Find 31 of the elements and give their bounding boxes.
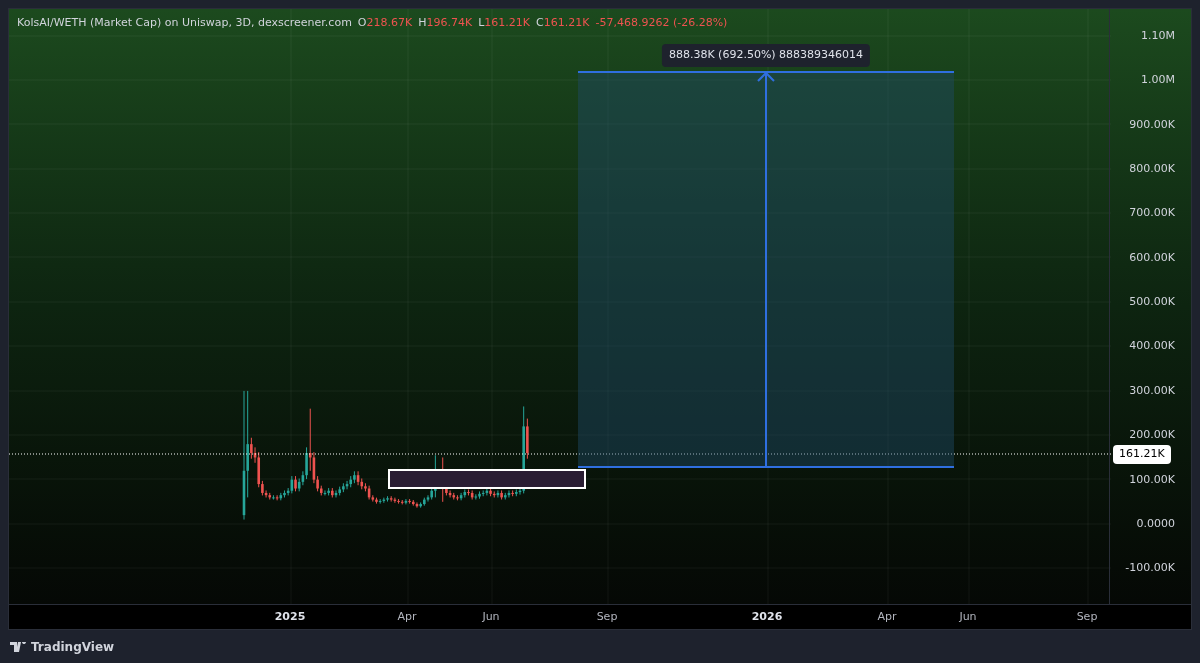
price-tick: 100.00K	[1129, 471, 1175, 488]
measure-label: 888.38K (692.50%) 888389346014	[661, 44, 871, 67]
ohlc-value: O218.67K	[357, 15, 413, 31]
time-tick: Apr	[877, 609, 897, 626]
ohlc-value: L161.21K	[478, 15, 531, 31]
time-tick: 2026	[751, 609, 783, 626]
symbol-title: KolsAI/WETH (Market Cap) on Uniswap, 3D, dexscreener.com	[17, 15, 352, 31]
price-tick: 900.00K	[1129, 116, 1175, 133]
price-tick: 1.00M	[1141, 72, 1175, 89]
ohlc-value: H196.74K	[418, 15, 473, 31]
price-tick: 300.00K	[1129, 382, 1175, 399]
price-tick: 1.10M	[1141, 27, 1175, 44]
price-tick: -100.00K	[1125, 560, 1175, 577]
price-tick: 0.0000	[1136, 515, 1175, 532]
time-tick: Sep	[1076, 609, 1098, 626]
brand-name: TradingView	[31, 638, 115, 656]
current-price-badge: 161.21K	[1113, 445, 1171, 464]
price-tick: 400.00K	[1129, 338, 1175, 355]
price-tick: 200.00K	[1129, 427, 1175, 444]
time-tick: Jun	[482, 609, 500, 626]
time-tick: 2025	[274, 609, 306, 626]
price-tick: 500.00K	[1129, 294, 1175, 311]
ohlc-value: C161.21K	[536, 15, 590, 31]
price-tick: 600.00K	[1129, 249, 1175, 266]
time-tick: Apr	[397, 609, 417, 626]
price-change: -57,468.9262 (-26.28%)	[595, 15, 728, 31]
time-tick: Sep	[596, 609, 618, 626]
price-tick: 700.00K	[1129, 205, 1175, 222]
price-tick: 800.00K	[1129, 161, 1175, 177]
time-tick: Jun	[959, 609, 977, 626]
logo-icon	[10, 641, 27, 652]
